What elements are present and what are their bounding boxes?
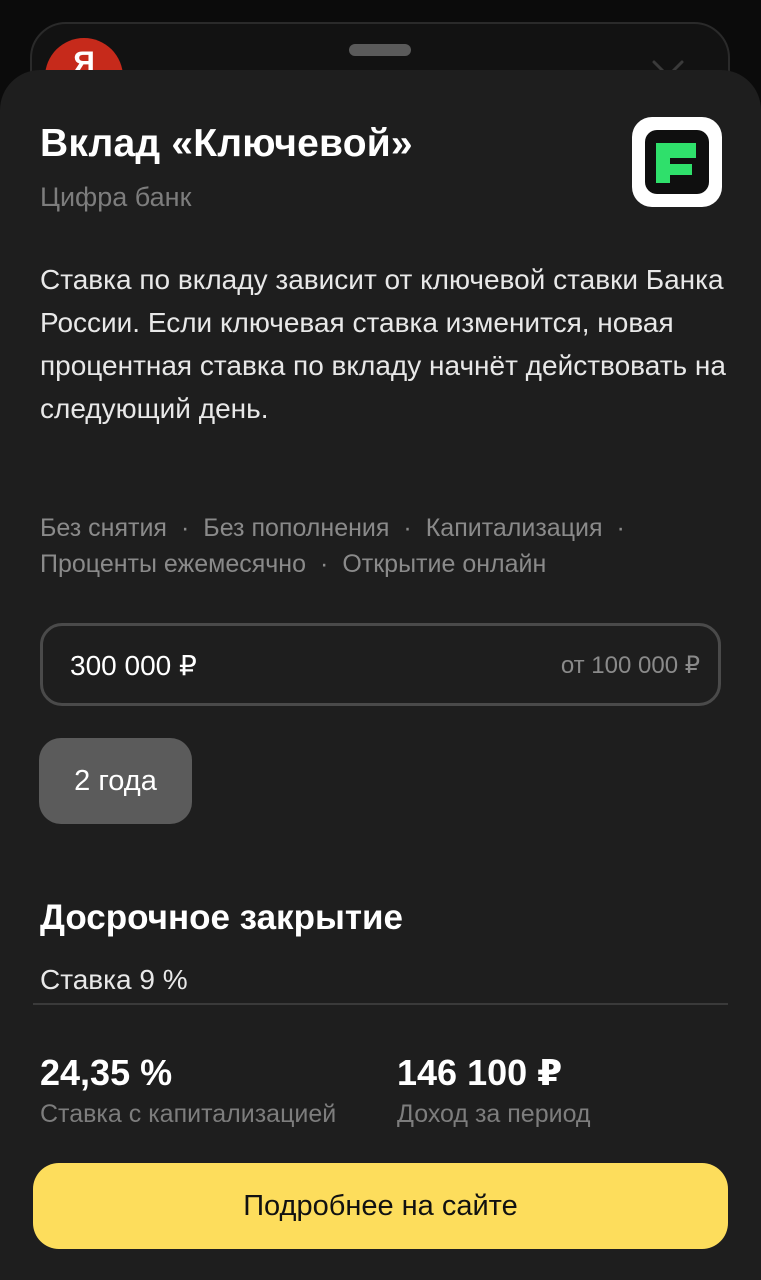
- separator-dot: ·: [403, 514, 412, 542]
- bank-logo: [632, 117, 722, 207]
- feature-item: Капитализация: [425, 514, 603, 542]
- more-on-site-button[interactable]: Подробнее на сайте: [33, 1163, 728, 1249]
- separator-dot: ·: [320, 550, 329, 578]
- income-stat: 146 100 ₽ Доход за период: [397, 1052, 591, 1129]
- feature-item: Без снятия: [40, 514, 167, 542]
- early-closing-rate: Ставка 9 %: [40, 964, 188, 995]
- amount-value[interactable]: 300 000 ₽: [70, 649, 197, 682]
- bank-name: Цифра банк: [40, 182, 192, 212]
- deposit-title: Вклад «Ключевой»: [40, 122, 413, 165]
- capitalization-rate-value: 24,35 %: [40, 1052, 173, 1093]
- divider: [33, 1003, 728, 1005]
- income-value: 146 100 ₽: [397, 1052, 563, 1093]
- capitalization-rate-stat: 24,35 % Ставка с капитализацией: [40, 1052, 336, 1129]
- feature-list: Без снятия · Без пополнения · Капитализация ·…: [40, 510, 730, 582]
- bank-logo-icon: [645, 130, 709, 194]
- early-closing-title: Досрочное закрытие: [40, 898, 403, 937]
- separator-dot: ·: [180, 514, 190, 542]
- separator-dot: ·: [616, 514, 625, 542]
- amount-min-hint: от 100 000 ₽: [560, 652, 700, 679]
- amount-input[interactable]: 300 000 ₽ от 100 000 ₽: [40, 623, 721, 706]
- deposit-description: Ставка по вкладу зависит от ключевой ста…: [40, 264, 726, 424]
- feature-item: Открытие онлайн: [342, 550, 547, 578]
- feature-item: Без пополнения: [203, 514, 390, 542]
- capitalization-rate-label: Ставка с капитализацией: [40, 1100, 337, 1128]
- feature-item: Проценты ежемесячно: [40, 550, 307, 578]
- sheet-drag-handle[interactable]: [349, 44, 411, 56]
- income-label: Доход за период: [397, 1100, 591, 1128]
- term-chip-selected[interactable]: 2 года: [39, 738, 192, 824]
